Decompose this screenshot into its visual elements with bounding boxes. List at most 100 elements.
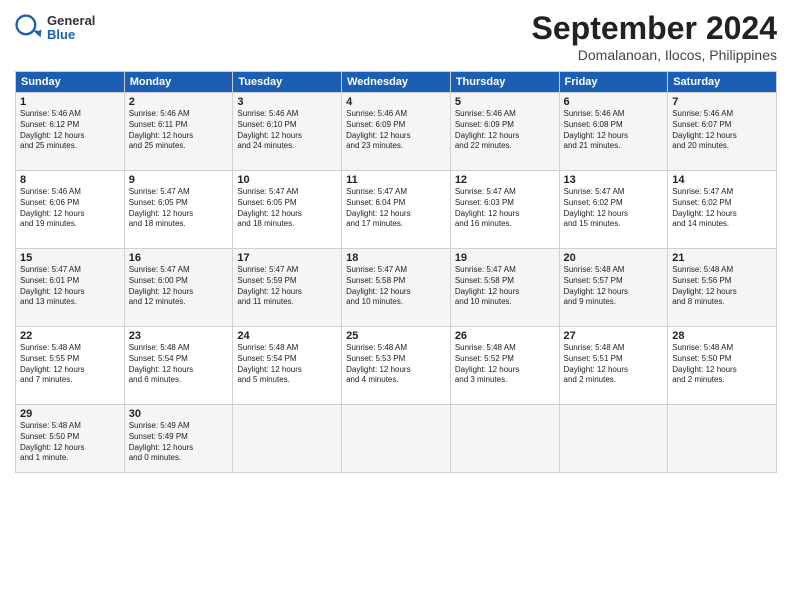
header: General Blue September 2024 Domalanoan, … [15,10,777,63]
day-info: Sunrise: 5:47 AM Sunset: 6:03 PM Dayligh… [455,187,555,230]
day-info: Sunrise: 5:47 AM Sunset: 5:58 PM Dayligh… [455,265,555,308]
day-number: 11 [346,174,446,186]
table-row: 14Sunrise: 5:47 AM Sunset: 6:02 PM Dayli… [668,171,777,249]
day-info: Sunrise: 5:46 AM Sunset: 6:07 PM Dayligh… [672,109,772,152]
table-row: 16Sunrise: 5:47 AM Sunset: 6:00 PM Dayli… [124,249,233,327]
table-row: 9Sunrise: 5:47 AM Sunset: 6:05 PM Daylig… [124,171,233,249]
table-row: 8Sunrise: 5:46 AM Sunset: 6:06 PM Daylig… [16,171,125,249]
day-number: 13 [564,174,664,186]
calendar-page: General Blue September 2024 Domalanoan, … [0,0,792,612]
day-info: Sunrise: 5:46 AM Sunset: 6:06 PM Dayligh… [20,187,120,230]
table-row [559,405,668,473]
day-number: 15 [20,252,120,264]
day-number: 6 [564,96,664,108]
day-info: Sunrise: 5:48 AM Sunset: 5:52 PM Dayligh… [455,343,555,386]
col-friday: Friday [559,72,668,93]
col-wednesday: Wednesday [342,72,451,93]
table-row: 20Sunrise: 5:48 AM Sunset: 5:57 PM Dayli… [559,249,668,327]
table-row: 10Sunrise: 5:47 AM Sunset: 6:05 PM Dayli… [233,171,342,249]
table-row: 26Sunrise: 5:48 AM Sunset: 5:52 PM Dayli… [450,327,559,405]
day-info: Sunrise: 5:48 AM Sunset: 5:53 PM Dayligh… [346,343,446,386]
table-row: 22Sunrise: 5:48 AM Sunset: 5:55 PM Dayli… [16,327,125,405]
location-title: Domalanoan, Ilocos, Philippines [532,47,777,63]
day-info: Sunrise: 5:47 AM Sunset: 6:02 PM Dayligh… [564,187,664,230]
day-info: Sunrise: 5:46 AM Sunset: 6:11 PM Dayligh… [129,109,229,152]
table-row: 30Sunrise: 5:49 AM Sunset: 5:49 PM Dayli… [124,405,233,473]
day-number: 28 [672,330,772,342]
day-number: 7 [672,96,772,108]
day-number: 20 [564,252,664,264]
table-row [668,405,777,473]
day-info: Sunrise: 5:48 AM Sunset: 5:51 PM Dayligh… [564,343,664,386]
table-row: 24Sunrise: 5:48 AM Sunset: 5:54 PM Dayli… [233,327,342,405]
day-number: 27 [564,330,664,342]
table-row [450,405,559,473]
table-row: 17Sunrise: 5:47 AM Sunset: 5:59 PM Dayli… [233,249,342,327]
table-row: 2Sunrise: 5:46 AM Sunset: 6:11 PM Daylig… [124,93,233,171]
day-number: 16 [129,252,229,264]
day-number: 22 [20,330,120,342]
day-number: 24 [237,330,337,342]
table-row: 19Sunrise: 5:47 AM Sunset: 5:58 PM Dayli… [450,249,559,327]
day-info: Sunrise: 5:48 AM Sunset: 5:50 PM Dayligh… [20,421,120,464]
month-title: September 2024 [532,10,777,47]
table-row [233,405,342,473]
day-info: Sunrise: 5:46 AM Sunset: 6:10 PM Dayligh… [237,109,337,152]
day-number: 21 [672,252,772,264]
day-info: Sunrise: 5:49 AM Sunset: 5:49 PM Dayligh… [129,421,229,464]
day-info: Sunrise: 5:47 AM Sunset: 6:05 PM Dayligh… [237,187,337,230]
logo: General Blue [15,14,95,43]
logo-blue: Blue [47,28,95,42]
table-row: 29Sunrise: 5:48 AM Sunset: 5:50 PM Dayli… [16,405,125,473]
day-info: Sunrise: 5:46 AM Sunset: 6:08 PM Dayligh… [564,109,664,152]
day-number: 12 [455,174,555,186]
table-row: 15Sunrise: 5:47 AM Sunset: 6:01 PM Dayli… [16,249,125,327]
day-number: 1 [20,96,120,108]
table-row: 5Sunrise: 5:46 AM Sunset: 6:09 PM Daylig… [450,93,559,171]
calendar-table: Sunday Monday Tuesday Wednesday Thursday… [15,71,777,473]
day-info: Sunrise: 5:47 AM Sunset: 5:58 PM Dayligh… [346,265,446,308]
table-row: 25Sunrise: 5:48 AM Sunset: 5:53 PM Dayli… [342,327,451,405]
logo-icon [15,14,43,42]
day-number: 17 [237,252,337,264]
day-number: 25 [346,330,446,342]
day-info: Sunrise: 5:48 AM Sunset: 5:54 PM Dayligh… [237,343,337,386]
day-number: 3 [237,96,337,108]
day-number: 19 [455,252,555,264]
col-sunday: Sunday [16,72,125,93]
day-info: Sunrise: 5:46 AM Sunset: 6:09 PM Dayligh… [455,109,555,152]
table-row: 11Sunrise: 5:47 AM Sunset: 6:04 PM Dayli… [342,171,451,249]
day-number: 30 [129,408,229,420]
table-row: 23Sunrise: 5:48 AM Sunset: 5:54 PM Dayli… [124,327,233,405]
table-row: 1Sunrise: 5:46 AM Sunset: 6:12 PM Daylig… [16,93,125,171]
table-row: 27Sunrise: 5:48 AM Sunset: 5:51 PM Dayli… [559,327,668,405]
day-number: 8 [20,174,120,186]
table-row: 6Sunrise: 5:46 AM Sunset: 6:08 PM Daylig… [559,93,668,171]
day-info: Sunrise: 5:48 AM Sunset: 5:55 PM Dayligh… [20,343,120,386]
day-info: Sunrise: 5:48 AM Sunset: 5:50 PM Dayligh… [672,343,772,386]
table-row: 7Sunrise: 5:46 AM Sunset: 6:07 PM Daylig… [668,93,777,171]
table-row: 12Sunrise: 5:47 AM Sunset: 6:03 PM Dayli… [450,171,559,249]
day-number: 23 [129,330,229,342]
day-number: 10 [237,174,337,186]
day-info: Sunrise: 5:48 AM Sunset: 5:56 PM Dayligh… [672,265,772,308]
day-info: Sunrise: 5:47 AM Sunset: 6:05 PM Dayligh… [129,187,229,230]
table-row: 13Sunrise: 5:47 AM Sunset: 6:02 PM Dayli… [559,171,668,249]
day-info: Sunrise: 5:47 AM Sunset: 6:04 PM Dayligh… [346,187,446,230]
table-row: 21Sunrise: 5:48 AM Sunset: 5:56 PM Dayli… [668,249,777,327]
day-info: Sunrise: 5:47 AM Sunset: 6:00 PM Dayligh… [129,265,229,308]
day-info: Sunrise: 5:46 AM Sunset: 6:09 PM Dayligh… [346,109,446,152]
col-thursday: Thursday [450,72,559,93]
day-number: 9 [129,174,229,186]
day-number: 26 [455,330,555,342]
day-number: 4 [346,96,446,108]
day-info: Sunrise: 5:48 AM Sunset: 5:54 PM Dayligh… [129,343,229,386]
day-number: 18 [346,252,446,264]
table-row: 28Sunrise: 5:48 AM Sunset: 5:50 PM Dayli… [668,327,777,405]
logo-text: General Blue [47,14,95,43]
table-row: 3Sunrise: 5:46 AM Sunset: 6:10 PM Daylig… [233,93,342,171]
col-tuesday: Tuesday [233,72,342,93]
table-row: 4Sunrise: 5:46 AM Sunset: 6:09 PM Daylig… [342,93,451,171]
title-block: September 2024 Domalanoan, Ilocos, Phili… [532,10,777,63]
day-info: Sunrise: 5:46 AM Sunset: 6:12 PM Dayligh… [20,109,120,152]
